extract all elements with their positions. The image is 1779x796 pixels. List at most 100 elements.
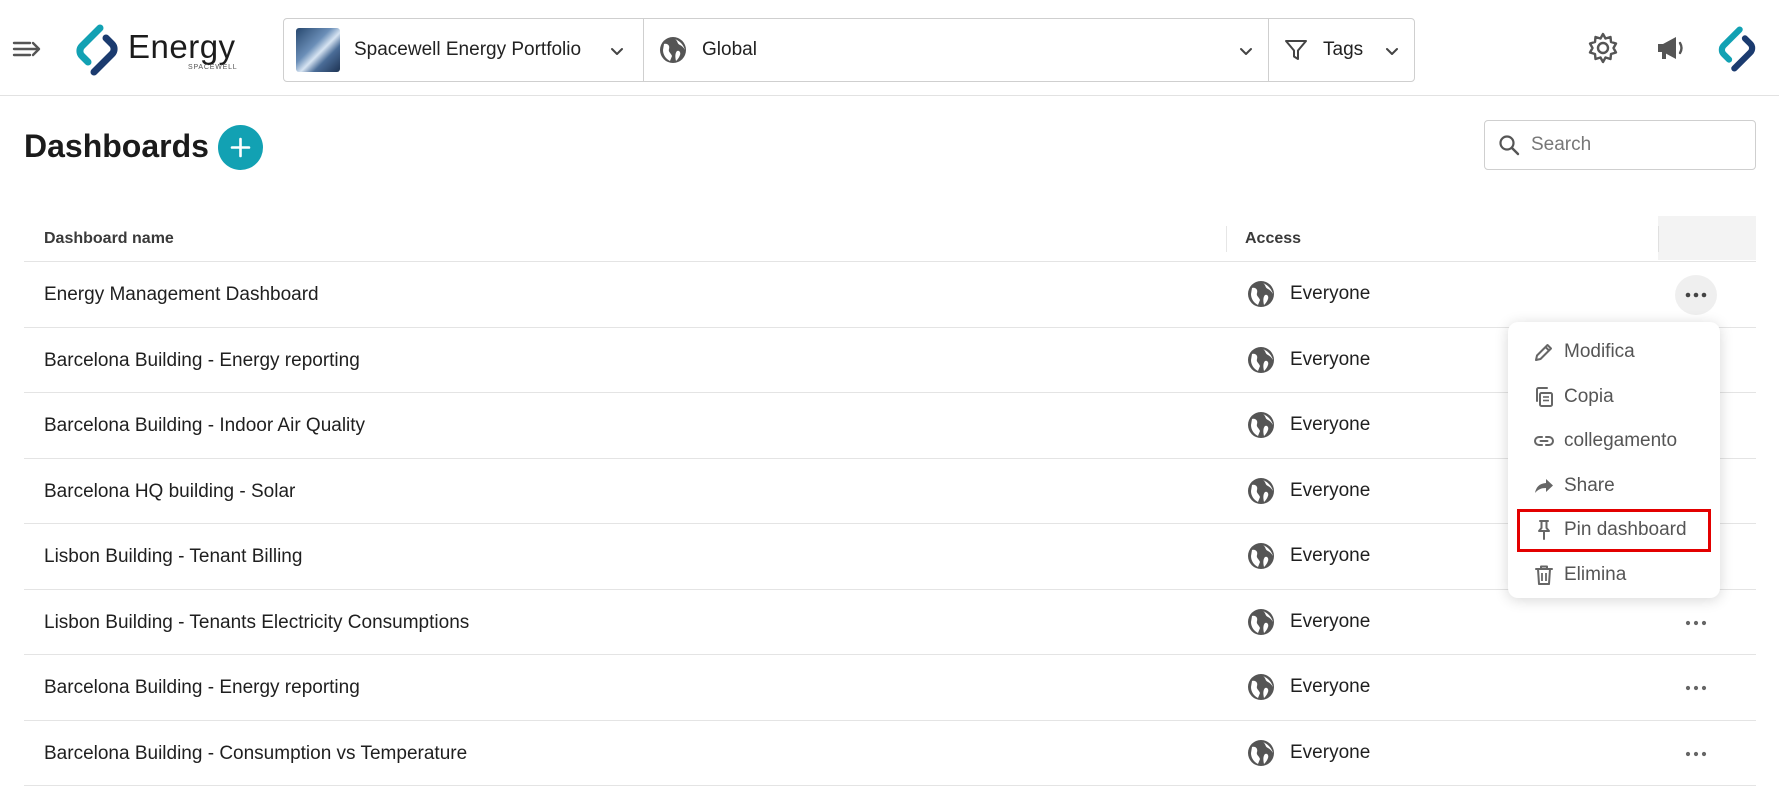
- portfolio-label: Spacewell Energy Portfolio: [354, 39, 582, 60]
- globe-icon: [1248, 543, 1274, 569]
- globe-icon: [1248, 281, 1274, 307]
- menu-item-label: collegamento: [1564, 430, 1678, 452]
- table-row[interactable]: Lisbon Building - Tenant Billing Everyon…: [24, 524, 1756, 590]
- more-horizontal-icon: [1685, 751, 1707, 756]
- row-actions-button[interactable]: [1675, 734, 1717, 774]
- menu-item-collegamento[interactable]: collegamento: [1508, 419, 1720, 464]
- column-header-actions: [1658, 216, 1756, 260]
- access-cell: Everyone: [1246, 672, 1370, 702]
- spacewell-logo-icon: [76, 24, 118, 76]
- dashboard-name[interactable]: Barcelona Building - Consumption vs Temp…: [44, 743, 467, 765]
- search-input[interactable]: [1531, 134, 1731, 156]
- settings-gear-icon[interactable]: [1585, 30, 1621, 66]
- announcement-megaphone-icon[interactable]: [1652, 30, 1688, 66]
- search-icon: [1499, 135, 1520, 156]
- table-row[interactable]: Barcelona Building - Consumption vs Temp…: [24, 721, 1756, 786]
- user-avatar[interactable]: [1714, 26, 1760, 72]
- table-row[interactable]: Barcelona Building - Energy reporting Ev…: [24, 328, 1756, 393]
- dashboard-name[interactable]: Barcelona Building - Energy reporting: [44, 350, 360, 372]
- portfolio-selector[interactable]: Spacewell Energy Portfolio: [284, 19, 643, 81]
- globe-icon: [1248, 608, 1274, 635]
- plus-icon: [230, 137, 251, 158]
- access-cell: Everyone: [1246, 410, 1370, 440]
- menu-item-copia[interactable]: Copia: [1508, 375, 1720, 420]
- globe-icon: [660, 37, 686, 63]
- access-label: Everyone: [1290, 676, 1371, 697]
- column-header-access[interactable]: Access: [1245, 230, 1301, 248]
- menu-toggle-icon[interactable]: [10, 34, 44, 64]
- pencil-icon: [1535, 344, 1552, 362]
- logo-text: Energy: [128, 28, 236, 65]
- trash-icon: [1535, 565, 1553, 585]
- chevron-down-icon: [1240, 48, 1252, 55]
- portfolio-thumbnail: [296, 28, 340, 72]
- table-row[interactable]: Lisbon Building - Tenants Electricity Co…: [24, 590, 1756, 655]
- search-box: [1484, 120, 1756, 170]
- table-header: Dashboard name Access: [24, 216, 1756, 262]
- menu-item-elimina[interactable]: Elimina: [1508, 553, 1720, 598]
- chevron-down-icon: [611, 48, 623, 55]
- more-horizontal-icon: [1685, 292, 1707, 298]
- app-logo[interactable]: Energy SPACEWELL: [72, 24, 252, 76]
- access-label: Everyone: [1290, 479, 1371, 501]
- link-icon: [1534, 436, 1554, 447]
- table-row[interactable]: Barcelona Building - Indoor Air Quality …: [24, 393, 1756, 459]
- tags-label: Tags: [1323, 39, 1364, 60]
- region-selector[interactable]: Global: [643, 19, 1268, 81]
- more-horizontal-icon: [1685, 620, 1707, 625]
- globe-icon: [1248, 739, 1274, 766]
- column-divider: [1658, 226, 1659, 252]
- chevron-down-icon: [1386, 48, 1398, 55]
- access-cell: Everyone: [1246, 738, 1370, 768]
- dashboards-table: Dashboard name Access Energy Management …: [24, 216, 1756, 786]
- context-selector-bar: Spacewell Energy Portfolio Global Tags: [283, 18, 1415, 82]
- dashboard-name[interactable]: Barcelona HQ building - Solar: [44, 481, 295, 503]
- access-label: Everyone: [1290, 741, 1371, 763]
- access-cell: Everyone: [1246, 607, 1370, 637]
- globe-icon: [1248, 674, 1274, 700]
- globe-icon: [1248, 477, 1274, 504]
- menu-item-label: Pin dashboard: [1564, 519, 1687, 541]
- access-label: Everyone: [1290, 348, 1371, 370]
- table-row[interactable]: Barcelona HQ building - Solar Everyone: [24, 459, 1756, 524]
- share-icon: [1535, 478, 1553, 493]
- access-label: Everyone: [1290, 414, 1371, 435]
- row-actions-button[interactable]: [1675, 603, 1717, 643]
- access-label: Everyone: [1290, 610, 1371, 632]
- page-title: Dashboards: [24, 128, 209, 164]
- dashboard-name[interactable]: Barcelona Building - Indoor Air Quality: [44, 415, 365, 437]
- menu-item-label: Copia: [1564, 385, 1614, 407]
- access-label: Everyone: [1290, 545, 1371, 566]
- menu-item-pin-dashboard[interactable]: Pin dashboard: [1516, 508, 1712, 553]
- pin-icon: [1538, 520, 1550, 541]
- menu-item-label: Elimina: [1564, 563, 1627, 585]
- tags-filter[interactable]: Tags: [1268, 19, 1414, 81]
- menu-item-label: Modifica: [1564, 341, 1635, 363]
- row-context-menu: Modifica Copia collegamento Share Pin da…: [1508, 322, 1720, 598]
- access-cell: Everyone: [1246, 476, 1370, 506]
- menu-item-modifica[interactable]: Modifica: [1508, 330, 1720, 375]
- dashboard-name[interactable]: Barcelona Building - Energy reporting: [44, 677, 360, 699]
- more-horizontal-icon: [1685, 685, 1707, 691]
- row-actions-button[interactable]: [1675, 275, 1717, 315]
- menu-item-share[interactable]: Share: [1508, 464, 1720, 509]
- copy-icon: [1536, 386, 1553, 407]
- row-actions-button[interactable]: [1675, 668, 1717, 708]
- table-row[interactable]: Barcelona Building - Energy reporting Ev…: [24, 655, 1756, 721]
- column-header-name[interactable]: Dashboard name: [44, 230, 174, 248]
- access-label: Everyone: [1290, 283, 1371, 304]
- access-cell: Everyone: [1246, 541, 1370, 571]
- globe-icon: [1248, 346, 1274, 373]
- filter-icon: [1285, 40, 1307, 60]
- table-row[interactable]: Energy Management Dashboard Everyone: [24, 262, 1756, 328]
- menu-item-label: Share: [1564, 474, 1615, 496]
- column-divider: [1226, 226, 1227, 252]
- dashboard-name[interactable]: Energy Management Dashboard: [44, 284, 319, 306]
- top-bar: Energy SPACEWELL Spacewell Energy Portfo…: [0, 0, 1779, 96]
- dashboard-name[interactable]: Lisbon Building - Tenant Billing: [44, 546, 302, 568]
- spacewell-avatar-icon: [1718, 26, 1756, 72]
- access-cell: Everyone: [1246, 279, 1370, 309]
- access-cell: Everyone: [1246, 345, 1370, 375]
- add-dashboard-button[interactable]: [218, 125, 263, 170]
- dashboard-name[interactable]: Lisbon Building - Tenants Electricity Co…: [44, 612, 469, 634]
